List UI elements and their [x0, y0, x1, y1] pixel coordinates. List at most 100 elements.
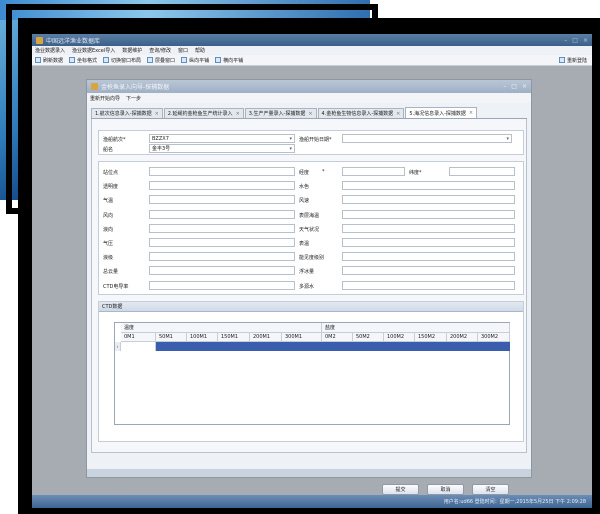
field-input-right-4[interactable]	[342, 223, 515, 233]
field-input-right-8[interactable]	[342, 280, 515, 290]
menubar: 渔业数据录入 渔业数据Excel导入 数据维护 查询/修改 窗口 帮助	[32, 46, 592, 55]
menu-data-maintenance[interactable]: 数据维护	[122, 47, 142, 54]
tab-catch-yield[interactable]: 3.生产产量录入-探捕数据 ×	[244, 108, 317, 118]
field-input-left-4[interactable]	[149, 223, 295, 233]
close-icon[interactable]: ×	[236, 111, 240, 117]
menu-window[interactable]: 窗口	[178, 47, 188, 54]
grid-column-header[interactable]: 50M1	[156, 333, 187, 342]
field-input-right-1[interactable]	[342, 181, 515, 191]
dialog-footer-strip	[87, 469, 531, 477]
close-button[interactable]: ×	[583, 37, 588, 44]
close-icon[interactable]: ×	[308, 111, 312, 117]
dialog-title: 金枪鱼录入向导-探捕数据	[101, 84, 170, 91]
tile-vertical-button[interactable]: 纵向平铺	[181, 57, 209, 64]
tab-production-stats[interactable]: 2.延绳钓金枪鱼生产统计录入 ×	[163, 108, 244, 118]
grid-column-header[interactable]: 100M2	[384, 333, 415, 342]
ctd-section-header: CTD数据	[99, 302, 523, 312]
grid-cell-edit[interactable]	[121, 342, 156, 351]
chevron-down-icon: ▾	[289, 146, 292, 152]
grid-group-salinity-label: 盐度	[325, 325, 336, 331]
field-input-left-7[interactable]	[149, 266, 295, 276]
tab-voyage-info[interactable]: 1.航次信息录入-探捕数据 ×	[91, 108, 163, 118]
field-label-left-5: 气压	[103, 241, 114, 247]
cascade-windows-label: 层叠窗口	[155, 57, 176, 64]
field-input-left-6[interactable]	[149, 252, 295, 262]
restart-wizard-button[interactable]: 重新开始向导	[90, 95, 120, 102]
maximize-button[interactable]: □	[572, 37, 578, 44]
field-input-left-0[interactable]	[149, 167, 295, 176]
field-label-right-7: 浮冰量	[299, 269, 315, 276]
tab-panel: 渔船航次* BZZX7 ▾ 渔船开始日期* ▾ 船名 金丰3号 ▾ 纬度* 站位点透…	[91, 119, 527, 495]
grid-column-header[interactable]: 100M1	[187, 333, 218, 342]
ctd-grid: 温度 盐度 › 0M1 50M1 100M1 150M1 200M1 300M1 0M2 50…	[114, 322, 510, 425]
field-input-right-5[interactable]	[342, 238, 515, 247]
grid-selected-row[interactable]	[156, 342, 510, 351]
field-input-right-6[interactable]	[342, 252, 515, 262]
switch-layout-button[interactable]: 切换窗口布局	[103, 57, 141, 64]
grid-column-header[interactable]: 300M1	[282, 333, 322, 342]
dialog-close-button[interactable]: ×	[522, 83, 527, 90]
menu-data-entry[interactable]: 渔业数据录入	[35, 47, 65, 54]
grid-column-header[interactable]: 150M2	[415, 333, 447, 342]
dialog-maximize-button[interactable]: □	[511, 83, 517, 90]
app-icon	[36, 36, 43, 44]
field-label-left-7: 总云量	[103, 269, 119, 276]
grid-column-header[interactable]: 0M2	[322, 333, 353, 342]
field-input-left-5[interactable]	[149, 238, 295, 247]
field-label-left-0: 站位点	[103, 170, 119, 176]
latitude-label: 纬度*	[409, 170, 422, 176]
field-input-left-1[interactable]	[149, 181, 295, 191]
cascade-windows-button[interactable]: 层叠窗口	[147, 57, 175, 64]
tile-horizontal-button[interactable]: 横向平铺	[215, 57, 243, 64]
refresh-data-button[interactable]: 刷新数据	[35, 57, 63, 64]
field-input-right-2[interactable]	[342, 195, 515, 205]
close-icon[interactable]: ×	[469, 110, 473, 116]
submit-button[interactable]: 提交	[382, 484, 419, 495]
dialog-window-controls: – □ ×	[503, 83, 531, 90]
refresh-data-label: 刷新数据	[43, 57, 64, 64]
start-date-select[interactable]: ▾	[342, 134, 512, 143]
cancel-button[interactable]: 取消	[427, 484, 464, 495]
dialog-menu: 重新开始向导 下一步	[87, 93, 531, 103]
ship-name-value: 金丰3号	[152, 146, 171, 152]
tab-ocean-conditions[interactable]: 5.海况信息录入-探捕数据 ×	[405, 107, 478, 118]
field-input-right-7[interactable]	[342, 266, 515, 276]
relogin-button[interactable]: 重新登陆	[558, 57, 592, 64]
grid-column-header[interactable]: 200M2	[447, 333, 478, 342]
menu-excel-import[interactable]: 渔业数据Excel导入	[72, 47, 115, 54]
field-input-left-2[interactable]	[149, 195, 295, 205]
window-controls: – □ ×	[564, 37, 592, 44]
field-input-left-8[interactable]	[149, 280, 295, 290]
ship-name-label: 船名	[103, 147, 114, 153]
ctd-section-title: CTD数据	[102, 304, 123, 310]
minimize-button[interactable]: –	[564, 37, 567, 44]
grid-column-header[interactable]: 50M2	[353, 333, 384, 342]
latitude-input[interactable]	[449, 167, 515, 176]
field-label-left-8: CTD电导率	[103, 283, 129, 290]
switch-layout-label: 切换窗口布局	[111, 57, 142, 64]
grid-column-header[interactable]: 200M1	[250, 333, 282, 342]
field-label-left-2: 气温	[103, 198, 114, 205]
grid-group-temperature: 温度	[121, 323, 322, 333]
dialog-minimize-button[interactable]: –	[503, 83, 506, 90]
voyage-select[interactable]: BZZX7 ▾	[149, 134, 295, 143]
clear-button[interactable]: 清空	[472, 484, 509, 495]
close-icon[interactable]: ×	[155, 111, 159, 117]
voyage-header-group: 渔船航次* BZZX7 ▾ 渔船开始日期* ▾ 船名 金丰3号 ▾	[98, 130, 524, 155]
coordinate-format-button[interactable]: 坐标格式	[69, 57, 97, 64]
grid-column-header[interactable]: 150M1	[218, 333, 250, 342]
next-step-button[interactable]: 下一步	[126, 95, 141, 102]
grid-column-header[interactable]: 0M1	[121, 333, 156, 342]
ship-name-select[interactable]: 金丰3号 ▾	[149, 144, 295, 153]
chevron-down-icon: ▾	[289, 136, 292, 142]
grid-column-header[interactable]: 300M2	[478, 333, 510, 342]
close-icon[interactable]: ×	[396, 111, 400, 117]
tab-bio-info[interactable]: 4.金枪鱼生物信息录入-探捕数据 ×	[317, 108, 405, 118]
tab-production-stats-label: 2.延绳钓金枪鱼生产统计录入	[167, 111, 233, 117]
menu-query-edit[interactable]: 查询/修改	[149, 47, 171, 54]
field-input-left-3[interactable]	[149, 209, 295, 219]
menu-help[interactable]: 帮助	[195, 47, 205, 54]
field-input-right-3[interactable]	[342, 209, 515, 219]
field-input-right-0[interactable]	[342, 167, 405, 176]
start-date-label: 渔船开始日期*	[299, 137, 332, 143]
